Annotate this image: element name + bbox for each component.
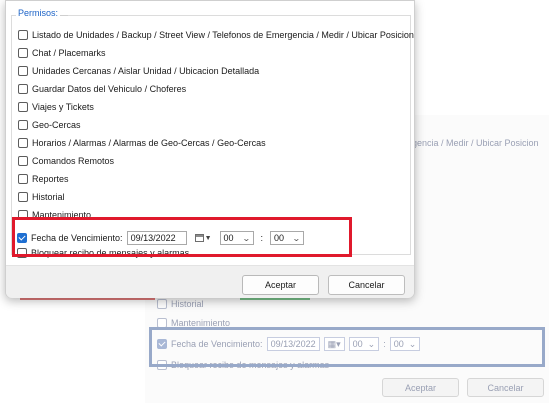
background-historial-row: Historial (157, 297, 204, 311)
permission-item-horarios[interactable]: Horarios / Alarmas / Alarmas de Geo-Cerc… (18, 136, 266, 150)
permission-label: Horarios / Alarmas / Alarmas de Geo-Cerc… (32, 138, 266, 148)
checkbox[interactable] (18, 156, 28, 166)
checkbox (157, 299, 167, 309)
checkbox[interactable] (18, 120, 28, 130)
permissions-group-label: Permisos: (16, 8, 61, 18)
checkbox[interactable] (18, 84, 28, 94)
background-cancel-button: Cancelar (467, 378, 544, 397)
permission-item-comandos[interactable]: Comandos Remotos (18, 154, 114, 168)
permission-item-chat[interactable]: Chat / Placemarks (18, 46, 106, 60)
checkbox[interactable] (18, 48, 28, 58)
divider (60, 15, 68, 16)
permission-label: Historial (32, 192, 65, 202)
background-accept-button: Aceptar (382, 378, 459, 397)
permission-label: Chat / Placemarks (32, 48, 106, 58)
checkbox[interactable] (18, 192, 28, 202)
background-permission-tail: rgencia / Medir / Ubicar Posicion (409, 138, 539, 148)
checkbox[interactable] (18, 138, 28, 148)
checkbox[interactable] (18, 66, 28, 76)
permissions-dialog: Permisos: Listado de Unidades / Backup /… (5, 0, 415, 298)
permission-label: Viajes y Tickets (32, 102, 94, 112)
permission-label: Geo-Cercas (32, 120, 81, 130)
permission-item-viajes[interactable]: Viajes y Tickets (18, 100, 94, 114)
permission-label: Listado de Unidades / Backup / Street Vi… (32, 30, 414, 40)
checkbox[interactable] (18, 174, 28, 184)
permission-item-reportes[interactable]: Reportes (18, 172, 69, 186)
permission-label: Reportes (32, 174, 69, 184)
permission-item-guardar-datos[interactable]: Guardar Datos del Vehiculo / Choferes (18, 82, 186, 96)
background-highlight-box (149, 327, 545, 367)
permission-item-listado[interactable]: Listado de Unidades / Backup / Street Vi… (18, 28, 414, 42)
cancel-button[interactable]: Cancelar (328, 275, 405, 295)
accept-button[interactable]: Aceptar (242, 275, 319, 295)
highlight-box (12, 217, 352, 257)
permission-label: Guardar Datos del Vehiculo / Choferes (32, 84, 187, 94)
permission-item-geocercas[interactable]: Geo-Cercas (18, 118, 81, 132)
permission-label: Unidades Cercanas / Aislar Unidad / Ubic… (32, 66, 260, 76)
background-historial-label: Historial (171, 299, 204, 309)
dialog-footer: Aceptar Cancelar (6, 265, 414, 298)
checkbox[interactable] (18, 102, 28, 112)
permission-item-historial[interactable]: Historial (18, 190, 65, 204)
permission-label: Comandos Remotos (32, 156, 115, 166)
checkbox[interactable] (18, 30, 28, 40)
permission-item-unidades-cercanas[interactable]: Unidades Cercanas / Aislar Unidad / Ubic… (18, 64, 259, 78)
